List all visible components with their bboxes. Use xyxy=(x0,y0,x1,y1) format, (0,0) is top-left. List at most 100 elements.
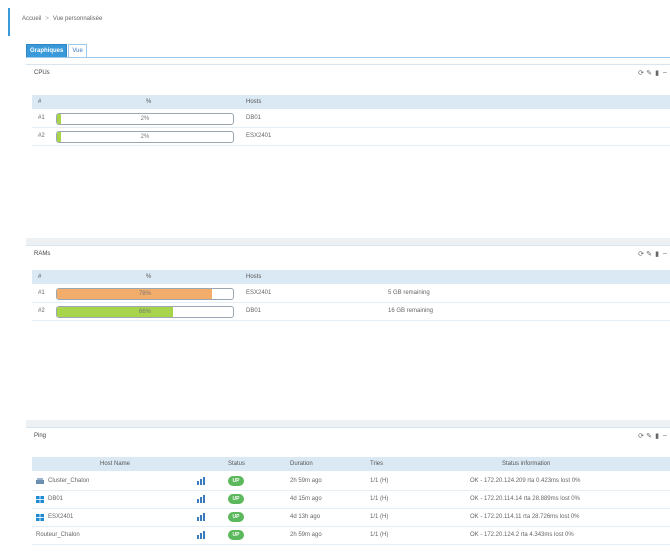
wrench-icon[interactable]: ✎ xyxy=(646,69,652,77)
tab-underline xyxy=(26,57,670,58)
windows-icon xyxy=(36,514,44,521)
graph-icon[interactable] xyxy=(197,531,205,539)
panel-separator xyxy=(26,420,670,427)
cpu-progress-bar: 2% xyxy=(56,113,234,125)
panel-tools: ⟳ ✎ ▮ – xyxy=(638,432,668,440)
cpu-progress-bar: 2% xyxy=(56,131,234,143)
status-info-value: OK - 172.20.124.209 rta 0.423ms lost 0% xyxy=(470,478,581,484)
duration-value: 2h 59m ago xyxy=(290,478,322,484)
row-id: #2 xyxy=(38,133,45,139)
panel-separator xyxy=(26,238,670,245)
table-row: Cluster_Chalon UP 2h 59m ago 1/1 (H) OK … xyxy=(32,473,670,491)
ram-progress-bar: 78% xyxy=(56,288,234,300)
wrench-icon[interactable]: ✎ xyxy=(646,432,652,440)
status-info-value: OK - 172.20.124.2 rta 4.343ms lost 0% xyxy=(470,532,574,538)
table-row: ESX2401 UP 4d 13h ago 1/1 (H) OK - 172.2… xyxy=(32,509,670,527)
host-name-link[interactable]: DB01 xyxy=(48,496,63,502)
table-header: # % Hosts xyxy=(32,270,670,284)
duration-value: 4d 15m ago xyxy=(290,496,322,502)
refresh-icon[interactable]: ⟳ xyxy=(638,432,644,440)
duration-value: 2h 59m ago xyxy=(290,532,322,538)
table-row: Routeur_Chalon UP 2h 59m ago 1/1 (H) OK … xyxy=(32,527,670,545)
status-text: UP xyxy=(232,514,240,520)
breadcrumb-separator: > xyxy=(45,16,49,22)
table-row: #1 2% DB01 xyxy=(32,110,670,128)
status-badge: UP xyxy=(228,512,244,522)
ram-panel: RAMs ⟳ ✎ ▮ – # % Hosts #1 78% ESX2401 5 … xyxy=(26,245,670,421)
ram-remaining: 16 GB remaining xyxy=(388,308,434,314)
tab-bar: Graphiques Vue xyxy=(26,44,88,58)
delete-icon[interactable]: ▮ xyxy=(654,69,660,77)
status-info-value: OK - 172.20.114.14 rta 28.889ms lost 0% xyxy=(470,496,580,502)
col-tries: Tries xyxy=(370,461,384,467)
panel-title: Ping xyxy=(34,433,47,439)
cpu-panel: CPUs ⟳ ✎ ▮ – # % Hosts #1 2% DB01 #2 2% … xyxy=(26,64,670,239)
breadcrumb-current: Vue personnalisée xyxy=(52,16,103,22)
col-percent: % xyxy=(146,99,152,105)
tries-value: 1/1 (H) xyxy=(370,496,389,502)
ram-percent-label: 78% xyxy=(138,291,151,297)
minimize-icon[interactable]: – xyxy=(662,250,668,258)
wrench-icon[interactable]: ✎ xyxy=(646,250,652,258)
host-name-link[interactable]: Cluster_Chalon xyxy=(48,478,89,484)
col-status-info: Status information xyxy=(502,461,551,467)
col-status: Status xyxy=(228,461,246,467)
ping-panel: Ping ⟳ ✎ ▮ – Host Name Status Duration T… xyxy=(26,427,670,560)
col-hosts: Hosts xyxy=(246,99,262,105)
graph-icon[interactable] xyxy=(197,513,205,521)
minimize-icon[interactable]: – xyxy=(662,69,668,77)
col-percent: % xyxy=(146,274,152,280)
row-id: #1 xyxy=(38,290,45,296)
left-accent-bar xyxy=(8,8,10,36)
tab-vue[interactable]: Vue xyxy=(68,44,87,58)
host-name-link[interactable]: ESX2401 xyxy=(48,514,73,520)
panel-title: CPUs xyxy=(34,70,50,76)
duration-value: 4d 13h ago xyxy=(290,514,321,520)
col-id: # xyxy=(38,99,42,105)
graph-icon[interactable] xyxy=(197,477,205,485)
breadcrumb: Accueil > Vue personnalisée xyxy=(22,16,102,22)
panel-tools: ⟳ ✎ ▮ – xyxy=(638,250,668,258)
col-host-name: Host Name xyxy=(100,461,131,467)
cpu-percent-label: 2% xyxy=(140,134,150,140)
status-text: UP xyxy=(232,478,240,484)
table-row: #1 78% ESX2401 5 GB remaining xyxy=(32,285,670,303)
status-info-value: OK - 172.20.114.11 rta 28.726ms lost 0% xyxy=(470,514,580,520)
windows-icon xyxy=(36,496,44,503)
cluster-icon xyxy=(36,478,44,484)
tries-value: 1/1 (H) xyxy=(370,514,389,520)
delete-icon[interactable]: ▮ xyxy=(654,250,660,258)
host-link[interactable]: ESX2401 xyxy=(246,133,271,139)
status-badge: UP xyxy=(228,494,244,504)
refresh-icon[interactable]: ⟳ xyxy=(638,250,644,258)
tries-value: 1/1 (H) xyxy=(370,532,389,538)
table-row: #2 66% DB01 16 GB remaining xyxy=(32,303,670,321)
table-row: DB01 UP 4d 15m ago 1/1 (H) OK - 172.20.1… xyxy=(32,491,670,509)
panel-title: RAMs xyxy=(34,251,51,257)
ram-progress-bar: 66% xyxy=(56,306,234,318)
col-duration: Duration xyxy=(290,461,313,467)
table-row: #2 2% ESX2401 xyxy=(32,128,670,146)
status-badge: UP xyxy=(228,476,244,486)
panel-tools: ⟳ ✎ ▮ – xyxy=(638,69,668,77)
host-link[interactable]: DB01 xyxy=(246,308,261,314)
breadcrumb-home[interactable]: Accueil xyxy=(22,16,41,22)
tab-graphiques[interactable]: Graphiques xyxy=(26,44,68,58)
status-badge: UP xyxy=(228,530,244,540)
tries-value: 1/1 (H) xyxy=(370,478,389,484)
delete-icon[interactable]: ▮ xyxy=(654,432,660,440)
host-name-link[interactable]: Routeur_Chalon xyxy=(36,532,80,538)
status-text: UP xyxy=(232,532,240,538)
ram-percent-label: 66% xyxy=(138,309,151,315)
minimize-icon[interactable]: – xyxy=(662,432,668,440)
ram-remaining: 5 GB remaining xyxy=(388,290,430,296)
table-header: Host Name Status Duration Tries Status i… xyxy=(32,457,670,471)
status-text: UP xyxy=(232,496,240,502)
refresh-icon[interactable]: ⟳ xyxy=(638,69,644,77)
host-link[interactable]: ESX2401 xyxy=(246,290,271,296)
cpu-percent-label: 2% xyxy=(140,116,150,122)
row-id: #2 xyxy=(38,308,45,314)
col-id: # xyxy=(38,274,42,280)
graph-icon[interactable] xyxy=(197,495,205,503)
host-link[interactable]: DB01 xyxy=(246,115,261,121)
